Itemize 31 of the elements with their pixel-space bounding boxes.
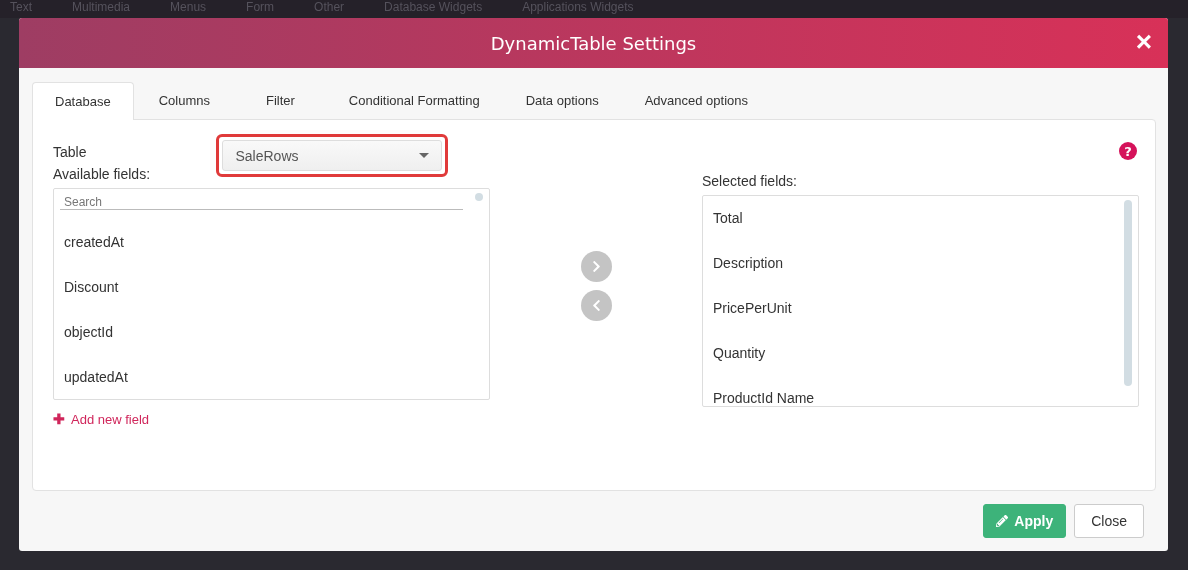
field-item[interactable]: createdAt bbox=[54, 220, 489, 265]
tab[interactable]: Conditional Formatting bbox=[325, 81, 503, 119]
caret-icon bbox=[419, 153, 430, 158]
close-button[interactable]: Close bbox=[1074, 504, 1144, 538]
field-item[interactable]: objectId bbox=[54, 310, 489, 355]
field-item[interactable]: Quantity bbox=[703, 331, 1138, 376]
table-label: Table bbox=[53, 144, 87, 160]
tab[interactable]: Data options bbox=[502, 81, 622, 119]
add-new-field-link[interactable]: ✚ Add new field bbox=[53, 411, 150, 427]
field-item[interactable]: ProductId Name bbox=[703, 376, 1138, 406]
field-item[interactable]: Discount bbox=[54, 265, 489, 310]
help-icon[interactable]: ? bbox=[1119, 142, 1137, 160]
field-item[interactable]: updatedAt bbox=[54, 355, 489, 399]
tab[interactable]: Filter bbox=[234, 81, 326, 119]
field-item[interactable]: PricePerUnit bbox=[703, 286, 1138, 331]
tab[interactable]: Columns bbox=[133, 81, 235, 119]
tab[interactable]: Advanced options bbox=[621, 81, 771, 119]
table-dropdown[interactable]: SaleRows bbox=[222, 140, 443, 171]
selected-fields-label: Selected fields: bbox=[702, 173, 798, 189]
available-fields-label: Available fields: bbox=[53, 166, 152, 182]
tab[interactable]: Database bbox=[32, 82, 134, 120]
field-item[interactable]: Total bbox=[703, 196, 1138, 241]
scrollbar-thumb[interactable] bbox=[475, 193, 483, 201]
move-left-button[interactable] bbox=[580, 290, 612, 321]
pencil-icon bbox=[996, 515, 1009, 527]
dialog-title: DynamicTable Settings bbox=[490, 32, 697, 54]
scrollbar-thumb[interactable] bbox=[1124, 200, 1132, 386]
search-field[interactable]: Search bbox=[60, 195, 463, 210]
plus-icon: ✚ bbox=[53, 411, 65, 427]
field-item[interactable]: Description bbox=[703, 241, 1138, 286]
move-right-button[interactable] bbox=[580, 251, 612, 282]
